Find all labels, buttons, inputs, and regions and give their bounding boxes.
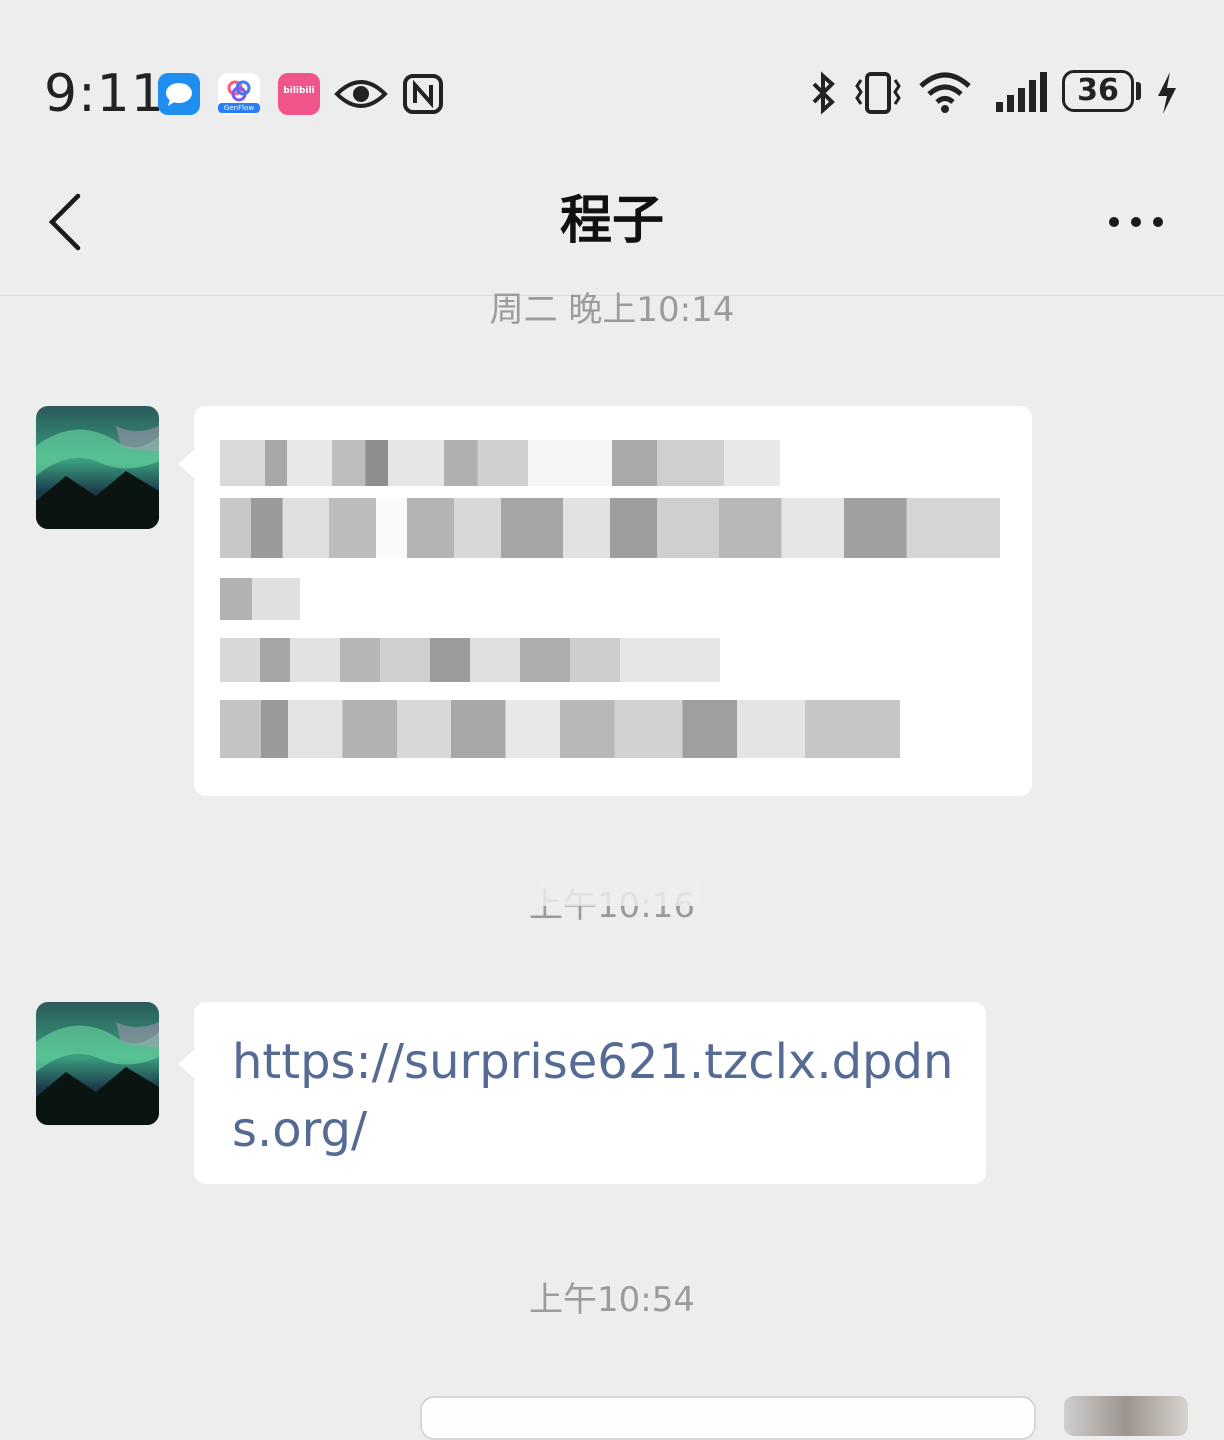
eye-icon bbox=[334, 74, 388, 118]
own-avatar[interactable] bbox=[1064, 1396, 1188, 1436]
link-message-bubble[interactable]: https://surprise621.tzclx.dpdns.org/ bbox=[194, 1002, 986, 1184]
outgoing-message-bubble[interactable] bbox=[420, 1396, 1036, 1440]
redaction-overlay bbox=[540, 878, 700, 906]
status-time: 9:11 bbox=[44, 64, 165, 124]
message-bubble-tail bbox=[178, 450, 194, 478]
nfc-icon bbox=[402, 73, 444, 119]
genflow-app-icon: GenFlow bbox=[218, 73, 260, 115]
contact-avatar[interactable] bbox=[36, 406, 159, 529]
chat-header: 程子 bbox=[0, 150, 1224, 296]
message-timestamp: 上午10:54 bbox=[529, 1280, 695, 1320]
bluetooth-icon bbox=[808, 70, 840, 120]
bilibili-label: bilibili bbox=[283, 86, 315, 96]
wifi-icon bbox=[918, 70, 972, 120]
message-app-icon bbox=[158, 73, 200, 115]
message-bubble-tail bbox=[178, 1050, 194, 1078]
cellular-signal-icon bbox=[994, 70, 1048, 120]
bilibili-app-icon: bilibili bbox=[278, 73, 320, 115]
chat-title: 程子 bbox=[559, 191, 664, 251]
vibrate-icon bbox=[852, 70, 904, 120]
charging-icon bbox=[1154, 70, 1180, 120]
status-bar: 9:11 GenFlow bilibili 36 bbox=[0, 0, 1224, 150]
message-timestamp: 周二 晚上10:14 bbox=[489, 290, 735, 330]
message-bubble-redacted[interactable] bbox=[194, 406, 1032, 796]
more-dots-icon[interactable] bbox=[1106, 212, 1166, 236]
genflow-label: GenFlow bbox=[218, 103, 260, 113]
contact-avatar[interactable] bbox=[36, 1002, 159, 1125]
message-link[interactable]: https://surprise621.tzclx.dpdns.org/ bbox=[232, 1028, 972, 1164]
battery-icon: 36 bbox=[1062, 70, 1134, 112]
battery-tip bbox=[1136, 82, 1141, 100]
